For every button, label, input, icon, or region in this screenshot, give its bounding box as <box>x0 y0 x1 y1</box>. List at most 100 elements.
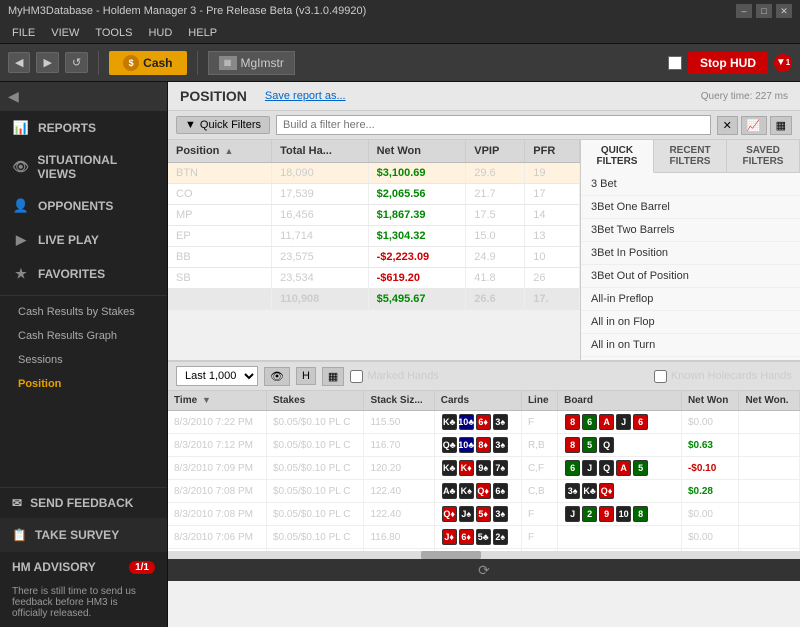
hh-col-line[interactable]: Line <box>521 391 557 411</box>
sidebar-item-sessions[interactable]: Sessions <box>0 348 167 372</box>
hh-stack: 116.80 <box>364 526 434 549</box>
filter-grid-button[interactable]: ▦ <box>770 116 792 135</box>
col-vpip[interactable]: VPIP <box>466 140 525 163</box>
filter-item[interactable]: 3Bet One Barrel <box>581 196 800 219</box>
forward-button[interactable]: ▶ <box>36 52 58 73</box>
filter-item[interactable]: All in on Flop <box>581 311 800 334</box>
card: 5♦ <box>476 506 491 522</box>
grid-view-button[interactable]: ▦ <box>322 367 344 386</box>
stop-hud-button[interactable]: Stop HUD <box>688 52 768 74</box>
hh-col-cards[interactable]: Cards <box>434 391 521 411</box>
hand-row[interactable]: 8/3/2010 7:08 PM $0.05/$0.10 PL C 122.40… <box>168 480 800 503</box>
refresh-button[interactable]: ↺ <box>65 52 88 73</box>
table-row[interactable]: CO 17,539 $2,065.56 21.7 17 <box>168 184 580 205</box>
stop-hud-checkbox[interactable] <box>668 56 682 70</box>
cash-tab[interactable]: $ Cash <box>109 51 186 75</box>
menu-view[interactable]: VIEW <box>43 25 87 41</box>
hands-select[interactable]: Last 1,000 <box>176 366 258 386</box>
tab-saved-filters[interactable]: SAVED FILTERS <box>727 140 800 172</box>
cell-total-hands: 16,456 <box>272 205 368 226</box>
filter-item[interactable]: 3 Bet <box>581 173 800 196</box>
filter-item[interactable]: All in on Turn <box>581 334 800 357</box>
cell-total-hands: 18,090 <box>272 163 368 184</box>
sidebar-item-situational[interactable]: 👁 SITUATIONAL VIEWS <box>0 145 167 189</box>
sidebar-favorites-label: FAVORITES <box>38 267 105 281</box>
hh-net-won: $0.63 <box>681 434 738 457</box>
filter-item[interactable]: 3Bet In Position <box>581 242 800 265</box>
filter-clear-button[interactable]: ✕ <box>717 116 738 135</box>
card: 6♦ <box>476 414 491 430</box>
view-toggle-button[interactable]: 👁 <box>264 367 290 386</box>
table-row[interactable]: SB 23,534 -$619.20 41.8 26 <box>168 268 580 289</box>
filter-chart-button[interactable]: 📈 <box>741 116 767 135</box>
hh-col-stack[interactable]: Stack Siz... <box>364 391 434 411</box>
minimize-button[interactable]: – <box>736 4 752 18</box>
hh-col-netwon2[interactable]: Net Won. <box>739 391 800 411</box>
hand-row[interactable]: 8/3/2010 7:09 PM $0.05/$0.10 PL C 120.20… <box>168 457 800 480</box>
sidebar-item-opponents[interactable]: 👤 OPPONENTS <box>0 189 167 223</box>
hh-col-time[interactable]: Time ▼ <box>168 391 267 411</box>
hand-row[interactable]: 8/3/2010 7:08 PM $0.05/$0.10 PL C 122.40… <box>168 503 800 526</box>
menu-tools[interactable]: TOOLS <box>87 25 140 41</box>
cell-net-won: -$2,223.09 <box>368 247 466 268</box>
sidebar-item-liveplay[interactable]: ▶ LIVE PLAY <box>0 223 167 257</box>
marked-hands-checkbox[interactable] <box>350 370 363 383</box>
hand-history-scroll[interactable]: Time ▼ Stakes Stack Siz... Cards Line Bo… <box>168 391 800 551</box>
col-pfr[interactable]: PFR <box>525 140 580 163</box>
mgimstr-tab[interactable]: ▦ MgImstr <box>208 51 295 75</box>
col-position[interactable]: Position ▲ <box>168 140 272 163</box>
hh-time: 8/3/2010 7:09 PM <box>168 457 267 480</box>
take-survey-button[interactable]: 📋 TAKE SURVEY <box>0 518 167 552</box>
hh-board <box>558 526 682 549</box>
hh-cards: K♣K♦9♠7♠ <box>434 457 521 480</box>
hh-col-netwon[interactable]: Net Won <box>681 391 738 411</box>
known-holecards-checkbox[interactable] <box>654 370 667 383</box>
toolbar: ◀ ▶ ↺ $ Cash ▦ MgImstr Stop HUD ▼1 <box>0 44 800 82</box>
save-report-link[interactable]: Save report as... <box>265 90 346 102</box>
filter-item[interactable]: 3Bet Two Barrels <box>581 219 800 242</box>
sidebar-item-favorites[interactable]: ★ FAVORITES <box>0 257 167 291</box>
hh-stack: 120.20 <box>364 457 434 480</box>
card: J <box>582 460 597 476</box>
table-row[interactable]: EP 11,714 $1,304.32 15.0 13 <box>168 226 580 247</box>
cell-net-won: $3,100.69 <box>368 163 466 184</box>
close-button[interactable]: ✕ <box>776 4 792 18</box>
menu-help[interactable]: HELP <box>180 25 225 41</box>
cell-net-won: $1,304.32 <box>368 226 466 247</box>
table-row[interactable]: MP 16,456 $1,867.39 17.5 14 <box>168 205 580 226</box>
menu-file[interactable]: FILE <box>4 25 43 41</box>
hh-col-stakes[interactable]: Stakes <box>267 391 364 411</box>
table-row[interactable]: BB 23,575 -$2,223.09 24.9 10 <box>168 247 580 268</box>
maximize-button[interactable]: □ <box>756 4 772 18</box>
quick-filters-button[interactable]: ▼ Quick Filters <box>176 116 270 134</box>
card: Q♦ <box>442 506 457 522</box>
hm-advisory-button[interactable]: HM ADVISORY 1/1 <box>0 552 167 582</box>
col-net-won[interactable]: Net Won <box>368 140 466 163</box>
opponents-icon: 👤 <box>12 197 30 215</box>
sidebar-item-cash-results[interactable]: Cash Results by Stakes <box>0 300 167 324</box>
card: Q♦ <box>476 483 491 499</box>
hand-row[interactable]: 8/3/2010 7:22 PM $0.05/$0.10 PL C 115.50… <box>168 411 800 434</box>
sidebar-item-reports[interactable]: 📊 REPORTS <box>0 111 167 145</box>
filter-item[interactable]: 3Bet Out of Position <box>581 265 800 288</box>
col-total-hands[interactable]: Total Ha... <box>272 140 368 163</box>
grid-h-button[interactable]: H <box>296 367 316 385</box>
tab-quick-filters[interactable]: QUICK FILTERS <box>581 140 654 173</box>
menu-hud[interactable]: HUD <box>140 25 180 41</box>
filter-item[interactable]: All-in Preflop <box>581 288 800 311</box>
hh-board: 86AJ6 <box>558 411 682 434</box>
card: 3♠ <box>565 483 580 499</box>
filter-input[interactable] <box>276 115 711 135</box>
tab-recent-filters[interactable]: RECENT FILTERS <box>654 140 727 172</box>
hand-row[interactable]: 8/3/2010 7:12 PM $0.05/$0.10 PL C 116.70… <box>168 434 800 457</box>
hand-row[interactable]: 8/3/2010 7:06 PM $0.05/$0.10 PL C 116.80… <box>168 526 800 549</box>
scroll-area[interactable] <box>168 551 800 559</box>
sidebar-toggle[interactable]: ◀ <box>0 82 167 111</box>
back-button[interactable]: ◀ <box>8 52 30 73</box>
sidebar-item-position[interactable]: Position <box>0 372 167 396</box>
hh-col-board[interactable]: Board <box>558 391 682 411</box>
table-row[interactable]: BTN 18,090 $3,100.69 29.6 19 <box>168 163 580 184</box>
cash-tab-label: Cash <box>143 56 172 70</box>
send-feedback-button[interactable]: ✉ SEND FEEDBACK <box>0 488 167 518</box>
sidebar-item-cash-graph[interactable]: Cash Results Graph <box>0 324 167 348</box>
